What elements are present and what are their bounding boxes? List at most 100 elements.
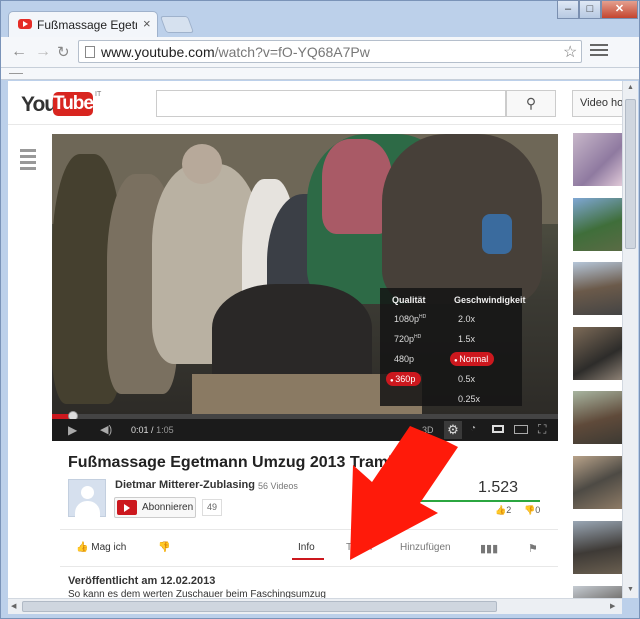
- speed-option-0-25x[interactable]: 0.25x: [458, 394, 480, 404]
- vertical-scrollbar[interactable]: ▲ ▼: [622, 81, 638, 598]
- logo-region: IT: [95, 91, 102, 98]
- tab-info[interactable]: Info: [298, 542, 315, 553]
- tab-add[interactable]: Hinzufügen: [400, 542, 451, 553]
- bookmark-star-icon[interactable]: ☆: [563, 42, 577, 62]
- url-text[interactable]: www.youtube.com/watch?v=fO-YQ68A7Pw: [101, 44, 370, 60]
- chrome-menu-icon[interactable]: [590, 44, 608, 58]
- scroll-down-icon[interactable]: ▼: [627, 586, 634, 593]
- quality-option-360p[interactable]: 360p: [386, 372, 422, 386]
- channel-name[interactable]: Dietmar Mitterer-Zublasing: [115, 479, 255, 491]
- rating-likes-fill: [414, 500, 540, 502]
- back-arrow-icon[interactable]: ←: [11, 43, 27, 61]
- horizontal-scroll-thumb[interactable]: [22, 601, 497, 612]
- time-total: 1:05: [156, 425, 174, 435]
- like-button[interactable]: 👍 Mag ich: [76, 542, 126, 553]
- quality-header: Qualität: [392, 295, 426, 305]
- small-player-icon[interactable]: [492, 425, 504, 433]
- youtube-page: You Tube IT ⚲ Video hoc Qualität Gesch: [8, 81, 622, 598]
- speed-header: Geschwindigkeit: [454, 295, 526, 305]
- active-tab-underline: [292, 558, 324, 560]
- tab-title: Fußmassage Egetmann U: [37, 18, 137, 32]
- related-thumbnail[interactable]: [573, 198, 622, 251]
- settings-gear-icon[interactable]: ⚙: [444, 421, 462, 439]
- volume-icon[interactable]: ◀): [100, 423, 112, 436]
- logo-tube-text: Tube: [53, 92, 94, 116]
- close-window-button[interactable]: ✕: [601, 0, 638, 19]
- play-icon[interactable]: ▶: [68, 423, 77, 437]
- browser-tab[interactable]: Fußmassage Egetmann U ×: [8, 11, 158, 37]
- 3d-badge[interactable]: 3D: [422, 425, 434, 435]
- search-button[interactable]: ⚲: [506, 90, 556, 117]
- video-title: Fußmassage Egetmann Umzug 2013 Tramin: [68, 454, 403, 471]
- scroll-left-icon[interactable]: ◀: [11, 602, 16, 610]
- channel-avatar[interactable]: [68, 479, 106, 518]
- rating-bar: [414, 500, 540, 502]
- watch-later-icon[interactable]: ◔: [470, 423, 476, 434]
- dislike-count: 👎0: [524, 505, 541, 515]
- youtube-favicon-icon: [18, 19, 32, 29]
- speed-option-1-5x[interactable]: 1.5x: [458, 334, 475, 344]
- time-current: 0:01: [131, 425, 149, 435]
- related-thumbnail[interactable]: [573, 262, 622, 315]
- flag-icon[interactable]: ⚑: [528, 542, 538, 555]
- thumb-down-icon: 👎: [158, 542, 171, 553]
- video-player[interactable]: Qualität Geschwindigkeit 1080pHD 720pHD …: [52, 134, 558, 441]
- player-controls: ▶ ◀) 0:01 / 1:05 3D ◔ ⛶: [52, 419, 558, 441]
- guide-menu-icon[interactable]: [20, 149, 36, 173]
- time-display: 0:01 / 1:05: [131, 425, 174, 435]
- maximize-button[interactable]: □: [579, 0, 601, 19]
- reload-icon[interactable]: ↻: [57, 43, 70, 61]
- stats-icon[interactable]: ▮▮▮: [480, 542, 498, 555]
- quality-option-480p[interactable]: 480p: [394, 354, 414, 364]
- settings-menu: Qualität Geschwindigkeit 1080pHD 720pHD …: [380, 288, 526, 406]
- url-path: /watch?v=fO-YQ68A7Pw: [214, 44, 370, 60]
- address-bar[interactable]: www.youtube.com/watch?v=fO-YQ68A7Pw ☆: [78, 40, 582, 63]
- speed-option-0-5x[interactable]: 0.5x: [458, 374, 475, 384]
- quality-option-1080p[interactable]: 1080pHD: [394, 314, 426, 324]
- related-thumbnail[interactable]: [573, 456, 622, 509]
- description-text: So kann es dem werten Zuschauer beim Fas…: [68, 589, 326, 598]
- subscribe-label: Abonnieren: [142, 502, 194, 513]
- bookmarks-divider: [9, 73, 23, 74]
- channel-video-count[interactable]: 56 Videos: [258, 481, 298, 491]
- fullscreen-icon[interactable]: ⛶: [538, 422, 546, 437]
- tab-close-icon[interactable]: ×: [143, 16, 151, 31]
- masthead: You Tube IT ⚲ Video hoc: [8, 81, 622, 125]
- subscriber-count: 49: [202, 499, 222, 516]
- window-controls: – □ ✕: [557, 0, 639, 20]
- page-icon: [85, 46, 95, 58]
- thumb-down-small-icon: 👎: [524, 505, 536, 515]
- large-player-icon[interactable]: [514, 425, 528, 434]
- new-tab-button[interactable]: [159, 16, 195, 33]
- upload-button[interactable]: Video hoc: [572, 90, 622, 117]
- like-count: 👍2: [495, 505, 512, 515]
- action-bar: 👍 Mag ich 👎 Info Teilen Hinzufügen ▮▮▮ ⚑: [60, 529, 558, 567]
- view-count: 1.523: [478, 479, 519, 496]
- url-host: www.youtube.com: [101, 44, 215, 60]
- youtube-play-icon: [117, 500, 137, 515]
- dislike-button[interactable]: 👎: [158, 542, 170, 553]
- scroll-right-icon[interactable]: ▶: [610, 602, 615, 610]
- search-icon: ⚲: [525, 95, 537, 111]
- search-input[interactable]: [156, 90, 506, 117]
- speed-option-2x[interactable]: 2.0x: [458, 314, 475, 324]
- related-thumbnail[interactable]: [573, 133, 622, 186]
- bookmarks-bar: [1, 68, 639, 80]
- subscribe-button[interactable]: Abonnieren: [114, 497, 196, 518]
- thumb-up-icon: 👍: [76, 542, 92, 553]
- forward-arrow-icon[interactable]: →: [35, 43, 51, 61]
- publish-date: Veröffentlicht am 12.02.2013: [68, 575, 216, 587]
- tab-share[interactable]: Teilen: [346, 542, 372, 553]
- horizontal-scrollbar[interactable]: ◀ ▶: [8, 598, 622, 614]
- related-thumbnail[interactable]: [573, 327, 622, 380]
- scroll-up-icon[interactable]: ▲: [627, 84, 634, 91]
- related-thumbnail[interactable]: [573, 521, 622, 574]
- logo-you-text: You: [21, 93, 57, 116]
- thumb-up-small-icon: 👍: [495, 505, 507, 515]
- speed-option-normal[interactable]: Normal: [450, 352, 495, 366]
- quality-option-720p[interactable]: 720pHD: [394, 334, 421, 344]
- related-thumbnail[interactable]: [573, 391, 622, 444]
- vertical-scroll-thumb[interactable]: [625, 99, 636, 249]
- minimize-button[interactable]: –: [557, 0, 579, 19]
- related-thumbnail[interactable]: [573, 586, 622, 598]
